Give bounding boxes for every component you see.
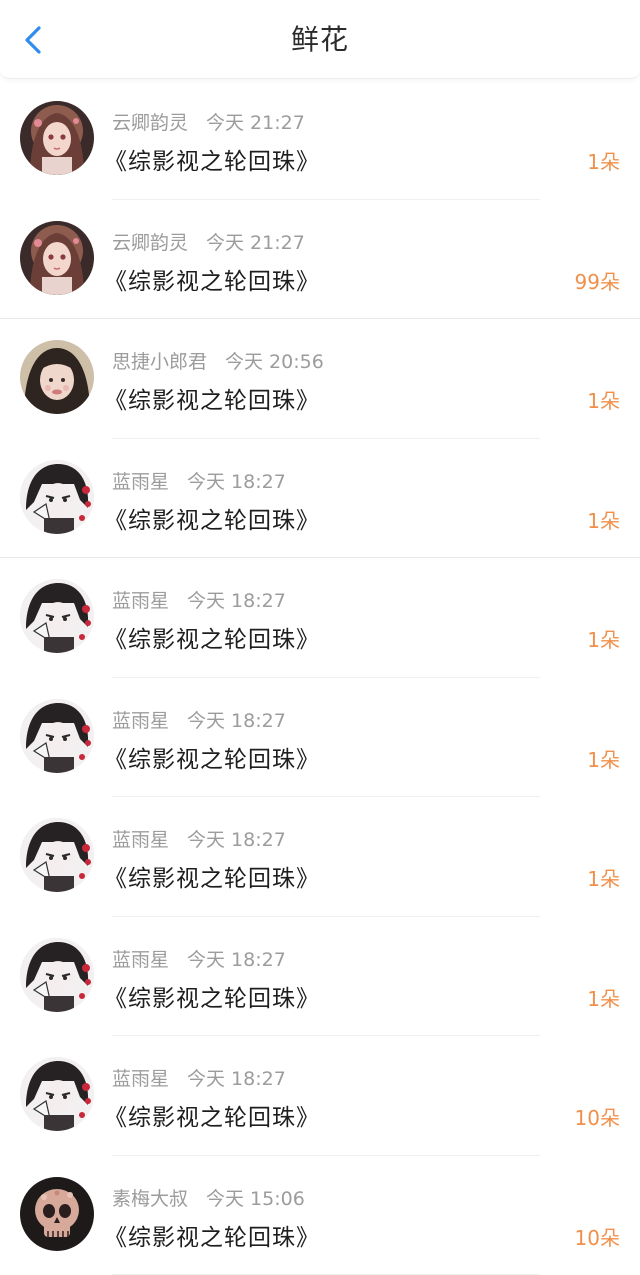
book-title: 《综影视之轮回珠》 (104, 620, 320, 654)
list-item[interactable]: 蓝雨星今天 18:27 《综影视之轮回珠》 1朵 (0, 558, 640, 678)
avatar[interactable] (20, 818, 94, 892)
flower-count: 1朵 (587, 385, 620, 414)
avatar[interactable] (20, 340, 94, 414)
list-item[interactable]: 云卿韵灵今天 21:27 《综影视之轮回珠》 99朵 (0, 200, 640, 320)
flower-count: 1朵 (587, 983, 620, 1012)
sender-name[interactable]: 蓝雨星 (112, 471, 169, 493)
book-title: 《综影视之轮回珠》 (104, 501, 320, 535)
sender-name[interactable]: 蓝雨星 (112, 1068, 169, 1090)
timestamp: 今天 18:27 (187, 471, 286, 493)
avatar[interactable] (20, 938, 94, 1012)
book-title: 《综影视之轮回珠》 (104, 979, 320, 1013)
timestamp: 今天 18:27 (187, 590, 286, 612)
book-title: 《综影视之轮回珠》 (104, 1098, 320, 1132)
flower-count: 10朵 (575, 1222, 620, 1251)
item-meta: 思捷小郎君今天 20:56 (112, 347, 324, 374)
item-meta: 蓝雨星今天 18:27 (112, 706, 286, 733)
item-meta: 云卿韵灵今天 21:27 (112, 228, 305, 255)
avatar[interactable] (20, 1177, 94, 1251)
avatar[interactable] (20, 101, 94, 175)
list-item[interactable]: 蓝雨星今天 18:27 《综影视之轮回珠》 1朵 (0, 797, 640, 917)
flower-list: 云卿韵灵今天 21:27《综影视之轮回珠》1朵云卿韵灵今天 21:27《综影视之… (0, 80, 640, 1275)
flower-count: 1朵 (587, 863, 620, 892)
sender-name[interactable]: 蓝雨星 (112, 590, 169, 612)
flower-count: 1朵 (587, 744, 620, 773)
page-title: 鲜花 (0, 20, 640, 60)
timestamp: 今天 21:27 (206, 112, 305, 134)
book-title: 《综影视之轮回珠》 (104, 262, 320, 296)
top-bar: 鲜花 (0, 0, 640, 79)
avatar[interactable] (20, 579, 94, 653)
sender-name[interactable]: 云卿韵灵 (112, 232, 188, 254)
item-meta: 蓝雨星今天 18:27 (112, 1064, 286, 1091)
list-item[interactable]: 素梅大叔今天 15:06 《综影视之轮回珠》 10朵 (0, 1156, 640, 1275)
item-meta: 蓝雨星今天 18:27 (112, 945, 286, 972)
timestamp: 今天 15:06 (206, 1188, 305, 1210)
avatar[interactable] (20, 699, 94, 773)
timestamp: 今天 18:27 (187, 829, 286, 851)
list-item[interactable]: 思捷小郎君今天 20:56 《综影视之轮回珠》 1朵 (0, 319, 640, 439)
item-meta: 云卿韵灵今天 21:27 (112, 108, 305, 135)
timestamp: 今天 18:27 (187, 949, 286, 971)
timestamp: 今天 21:27 (206, 232, 305, 254)
timestamp: 今天 18:27 (187, 1068, 286, 1090)
list-item[interactable]: 蓝雨星今天 18:27 《综影视之轮回珠》 10朵 (0, 1036, 640, 1156)
item-meta: 蓝雨星今天 18:27 (112, 467, 286, 494)
list-item[interactable]: 蓝雨星今天 18:27 《综影视之轮回珠》 1朵 (0, 917, 640, 1037)
avatar[interactable] (20, 1057, 94, 1131)
flower-count: 10朵 (575, 1102, 620, 1131)
avatar[interactable] (20, 460, 94, 534)
avatar[interactable] (20, 221, 94, 295)
sender-name[interactable]: 蓝雨星 (112, 829, 169, 851)
flower-count: 1朵 (587, 505, 620, 534)
book-title: 《综影视之轮回珠》 (104, 381, 320, 415)
item-meta: 素梅大叔今天 15:06 (112, 1184, 305, 1211)
timestamp: 今天 18:27 (187, 710, 286, 732)
book-title: 《综影视之轮回珠》 (104, 740, 320, 774)
flower-count: 99朵 (575, 266, 620, 295)
list-item[interactable]: 蓝雨星今天 18:27 《综影视之轮回珠》 1朵 (0, 678, 640, 798)
list-item[interactable]: 蓝雨星今天 18:27 《综影视之轮回珠》 1朵 (0, 439, 640, 559)
book-title: 《综影视之轮回珠》 (104, 1218, 320, 1252)
flower-count: 1朵 (587, 146, 620, 175)
book-title: 《综影视之轮回珠》 (104, 142, 320, 176)
item-meta: 蓝雨星今天 18:27 (112, 825, 286, 852)
sender-name[interactable]: 蓝雨星 (112, 949, 169, 971)
sender-name[interactable]: 蓝雨星 (112, 710, 169, 732)
book-title: 《综影视之轮回珠》 (104, 859, 320, 893)
item-meta: 蓝雨星今天 18:27 (112, 586, 286, 613)
sender-name[interactable]: 云卿韵灵 (112, 112, 188, 134)
timestamp: 今天 20:56 (225, 351, 324, 373)
list-item[interactable]: 云卿韵灵今天 21:27 《综影视之轮回珠》 1朵 (0, 80, 640, 200)
flower-count: 1朵 (587, 624, 620, 653)
sender-name[interactable]: 素梅大叔 (112, 1188, 188, 1210)
sender-name[interactable]: 思捷小郎君 (112, 351, 207, 373)
